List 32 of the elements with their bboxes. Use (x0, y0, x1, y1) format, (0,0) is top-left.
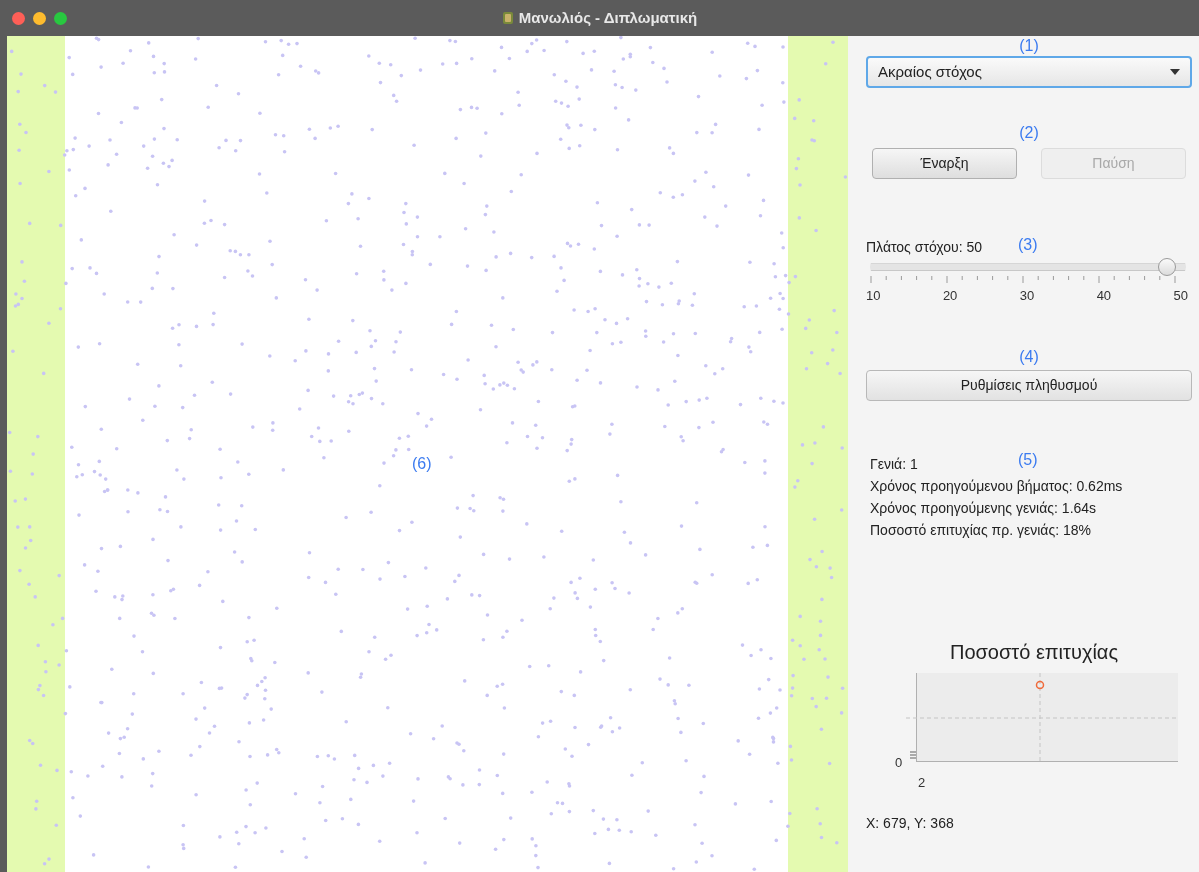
annotation-label: (2) (1019, 123, 1039, 143)
annotation-label: (3) (1018, 235, 1038, 255)
slider-tick-label: 50 (1173, 287, 1188, 305)
maximize-icon[interactable] (54, 11, 67, 25)
app-icon (501, 11, 514, 25)
annotation-label: (4) (1019, 346, 1039, 367)
coordinates-label: X: 679, Y: 368 (866, 813, 954, 833)
annotation-label: (1) (1019, 36, 1039, 56)
chart-title: Ποσοστό επιτυχίας (948, 639, 1119, 665)
stat-text: Χρόνος προηγούμενου βήματος: 0.62ms (870, 476, 1123, 496)
stat-text: Χρόνος προηγούμενης γενιάς: 1.64s (870, 498, 1097, 518)
caret-icon (1170, 69, 1180, 75)
dropdown[interactable]: Ακραίος στόχος (866, 56, 1192, 88)
window-title: Μανωλιός - Διπλωματική (518, 7, 698, 28)
slider-tick-label: 30 (1019, 287, 1035, 305)
slider-tick-label: 10 (866, 287, 881, 305)
data-point (1035, 679, 1045, 690)
close-icon[interactable] (12, 11, 25, 25)
stat-text: Ποσοστό επιτυχίας πρ. γενιάς: 18% (870, 520, 1091, 540)
annotation-label: (5) (1018, 449, 1038, 470)
slider-thumb[interactable] (1158, 258, 1176, 276)
axis-tick-icon (910, 750, 916, 760)
population-settings-button[interactable]: Ρυθμίσεις πληθυσμού (866, 369, 1192, 401)
stat-text: Γενιά: 1 (870, 454, 918, 474)
annotation-label: (6) (412, 454, 432, 474)
slider-tick-label: 20 (942, 287, 958, 305)
slider-tick-label: 40 (1096, 287, 1112, 305)
axis-tick-label: 2 (918, 773, 926, 792)
minimize-icon[interactable] (33, 11, 46, 25)
slider-label: Πλάτος στόχου: 50 (866, 238, 983, 257)
axis-tick-label: 0 (895, 753, 903, 772)
start-button[interactable]: Έναρξη (872, 148, 1017, 179)
